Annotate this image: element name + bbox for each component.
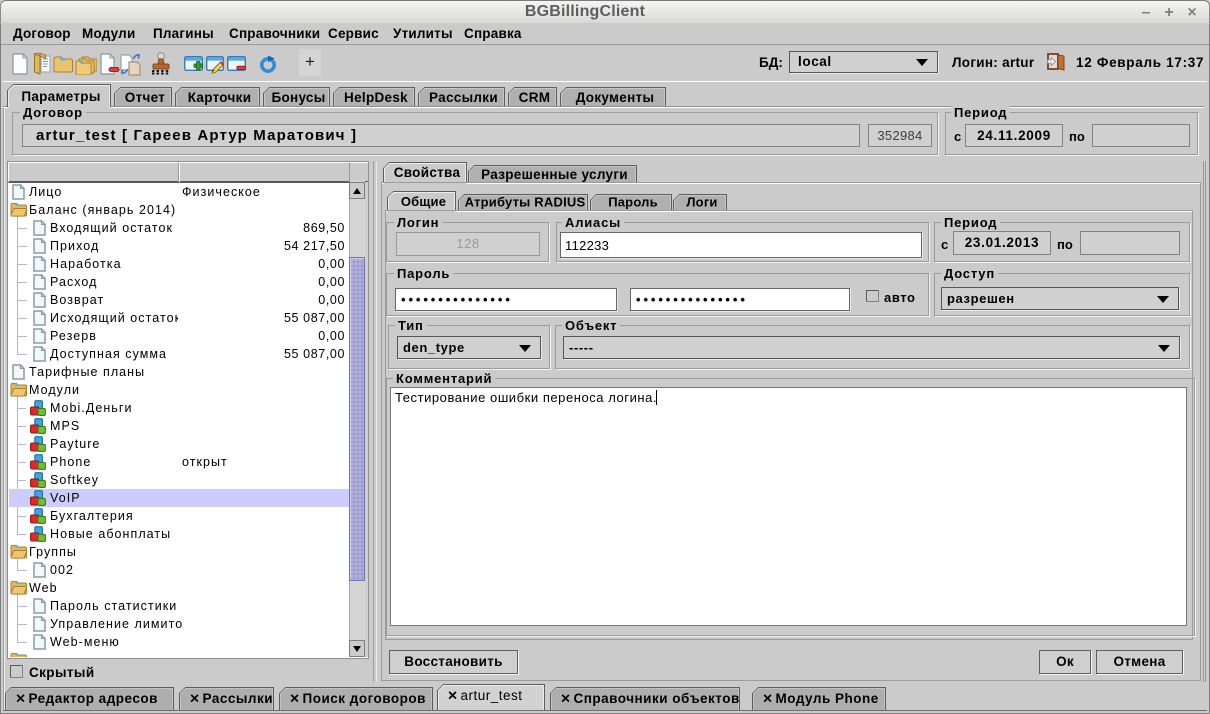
svg-text:Редактор адресов: Редактор адресов: [29, 691, 158, 706]
svg-text:Рассылки: Рассылки: [203, 691, 274, 706]
svg-text:Пароль: Пароль: [608, 195, 658, 210]
svg-text:×: ×: [190, 691, 199, 708]
svg-text:Документы: Документы: [576, 90, 655, 105]
svg-text:×: ×: [561, 691, 570, 708]
svg-text:artur_test: artur_test: [461, 688, 523, 703]
svg-text:Отчет: Отчет: [125, 90, 165, 105]
svg-text:HelpDesk: HelpDesk: [344, 90, 408, 105]
svg-text:×: ×: [763, 691, 772, 708]
svg-text:CRM: CRM: [519, 90, 551, 105]
svg-text:Параметры: Параметры: [21, 89, 100, 104]
svg-text:Поиск договоров: Поиск договоров: [303, 691, 426, 706]
svg-text:Разрешенные услуги: Разрешенные услуги: [481, 167, 628, 182]
svg-text:×: ×: [16, 691, 25, 708]
svg-text:×: ×: [290, 691, 299, 708]
svg-text:Бонусы: Бонусы: [271, 90, 325, 105]
svg-text:Свойства: Свойства: [394, 165, 461, 180]
svg-text:Логи: Логи: [686, 195, 717, 210]
svg-text:Атрибуты RADIUS: Атрибуты RADIUS: [465, 195, 586, 210]
svg-text:Справочники объектов: Справочники объектов: [574, 691, 740, 706]
svg-text:×: ×: [448, 688, 457, 705]
svg-text:Модуль Phone: Модуль Phone: [776, 691, 879, 706]
svg-text:Рассылки: Рассылки: [429, 90, 498, 105]
svg-text:Общие: Общие: [401, 194, 446, 209]
svg-text:Карточки: Карточки: [188, 90, 252, 105]
